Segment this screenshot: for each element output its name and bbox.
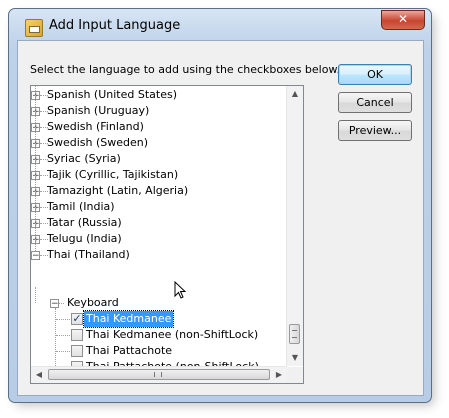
tree-node-label: Spanish (Uruguay) [47,104,150,117]
collapse-icon[interactable]: − [50,299,59,309]
checkbox[interactable] [71,345,83,357]
tree-node-label: Swedish (Finland) [47,120,144,133]
checkbox[interactable] [71,329,83,341]
tree-node-label: Swedish (Sweden) [47,136,149,149]
tree-node-language[interactable]: + Tajik (Cyrillic, Tajikistan) [31,159,271,183]
scroll-left-icon[interactable]: ◀ [31,367,47,383]
tree-node-label: Spanish (United States) [47,88,178,101]
tree-node-label: Thai Pattachote [86,344,173,357]
tree-node-label: Tamil (India) [47,200,115,213]
tree-node-label: Thai Kedmanee (non-ShiftLock) [86,328,259,341]
dialog-client-area: Select the language to add using the che… [17,40,424,396]
tree-node-language[interactable]: + Tatar (Russia) [31,207,271,231]
mouse-cursor-icon [174,281,187,299]
tree-line [56,351,70,353]
tree-node-label: Tatar (Russia) [47,216,122,229]
dialog-window: Add Input Language ✕ Select the language… [8,8,432,403]
close-button[interactable]: ✕ [381,10,425,30]
horizontal-scrollbar[interactable]: ◀ ▶ [31,366,287,383]
tree-node-language[interactable]: + Spanish (Uruguay) [31,95,271,119]
scroll-down-icon[interactable]: ▼ [287,350,303,366]
cancel-button[interactable]: Cancel [338,92,412,113]
tree-line [56,335,70,337]
scroll-right-icon[interactable]: ▶ [271,367,287,383]
scroll-up-icon[interactable]: ▲ [287,86,303,102]
keyboard-language-icon [25,19,43,37]
tree-node-label: Syriac (Syria) [47,152,121,165]
tree-node-label: Telugu (India) [47,232,122,245]
tree-node-language[interactable]: + Spanish (United States) [31,86,271,103]
tree-node-keyboard[interactable]: − Keyboard [31,287,271,311]
tree-node-language[interactable]: + Tamazight (Latin, Algeria) [31,175,271,199]
window-title: Add Input Language [49,18,181,33]
tree-node-keyboard-layout[interactable]: Thai Pattachote [31,343,281,359]
tree-line [35,287,37,303]
scrollbar-corner [287,367,303,383]
tree-line [56,383,70,384]
tree-node-label: Thai Kedmanee [82,310,175,328]
horizontal-scroll-thumb[interactable] [48,369,270,380]
tree-node-language[interactable]: − Thai (Thailand) [31,239,271,263]
ok-button[interactable]: OK [338,64,412,85]
tree-node-label: Tamazight (Latin, Algeria) [47,184,189,197]
tree-node-language[interactable]: + Syriac (Syria) [31,143,271,167]
tree-node-label: Keyboard [67,296,119,309]
tree-node-language[interactable]: + Tamil (India) [31,191,271,215]
tree-node-keyboard-layout[interactable]: Thai Kedmanee (non-ShiftLock) [31,327,281,343]
language-tree[interactable]: + Spanish (United States) + Spanish (Urugua… [30,85,304,384]
preview-button[interactable]: Preview... [338,120,412,141]
tree-node-label: Thai (Thailand) [47,248,130,261]
vertical-scroll-thumb[interactable] [289,324,300,344]
tree-node-label: Tajik (Cyrillic, Tajikistan) [47,168,179,181]
instruction-text: Select the language to add using the che… [30,63,340,76]
vertical-scrollbar[interactable]: ▲ ▼ [286,86,303,366]
tree-node-language[interactable]: + Telugu (India) [31,223,271,247]
checkmark-icon: ✓ [72,312,82,325]
tree-node-keyboard-layout[interactable]: ✓ Thai Kedmanee [31,310,281,328]
tree-line [56,319,70,321]
checkbox[interactable]: ✓ [71,313,83,325]
tree-node-language[interactable]: + Swedish (Finland) [31,111,271,135]
tree-node-language[interactable]: + Swedish (Sweden) [31,127,271,151]
collapse-icon[interactable]: − [31,251,40,261]
